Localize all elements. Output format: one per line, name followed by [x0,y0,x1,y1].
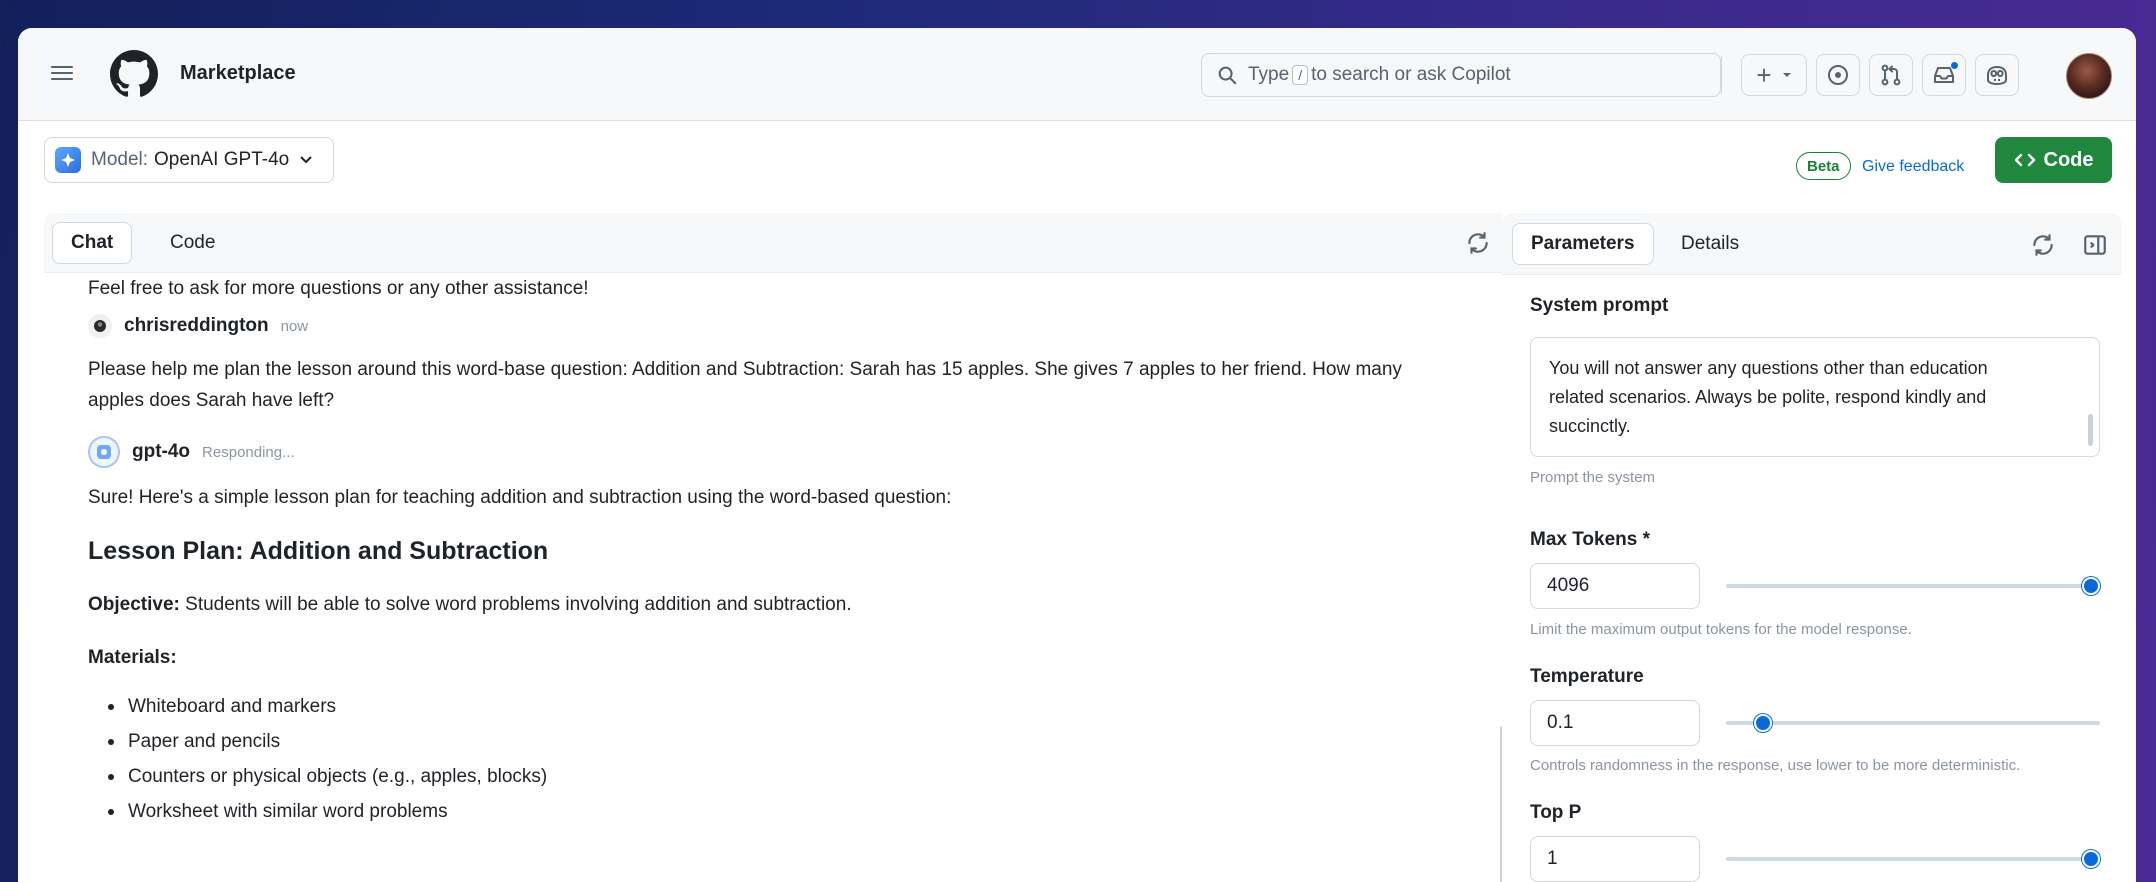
copilot-button[interactable] [1975,54,2019,96]
gpt-avatar-icon [88,436,120,468]
issues-button[interactable] [1816,54,1860,96]
search-prefix: Type [1248,64,1290,85]
bot-reply-intro: Sure! Here's a simple lesson plan for te… [88,487,952,508]
search-icon [1218,66,1237,85]
model-icon [55,147,81,173]
chat-messages: Feel free to ask for more questions or a… [44,273,1484,882]
user-author: chrisreddington now [88,309,308,343]
system-prompt-textarea[interactable]: You will not answer any questions other … [1530,337,2100,457]
max-tokens-help: Limit the maximum output tokens for the … [1530,621,1912,638]
chevron-down-icon [300,156,312,164]
top-p-slider[interactable] [1726,850,2100,868]
message-time: now [280,317,309,335]
message-text: Feel free to ask for more questions or a… [88,278,589,299]
header-divider [1721,56,1722,94]
sidebar-toggle-icon[interactable] [2082,232,2108,258]
model-bar: Model: OpenAI GPT-4o Beta Give feedback … [18,121,2136,201]
objective-paragraph: Objective: Students will be able to solv… [88,589,852,620]
notification-dot [1950,61,1959,70]
system-prompt-line: You will not answer any questions other … [1549,358,1988,378]
top-p-input[interactable]: 1 [1530,836,1700,882]
issue-icon [1828,65,1848,85]
bot-status: Responding... [202,443,295,461]
inbox-button[interactable] [1922,54,1966,96]
list-item: Whiteboard and markers [88,689,547,724]
temperature-slider[interactable] [1726,714,2100,732]
give-feedback-link[interactable]: Give feedback [1862,158,1964,176]
param-tabs-bar: Parameters Details [1502,213,2122,275]
chevron-down-icon [1782,73,1791,77]
copilot-icon [1987,66,2007,85]
textarea-scrollbar[interactable] [2088,414,2093,446]
page-title[interactable]: Marketplace [180,62,296,85]
list-item: Worksheet with similar word problems [88,794,547,829]
top-p-label: Top P [1530,802,1582,823]
user-avatar[interactable] [2066,53,2112,99]
refresh-icon[interactable] [2030,232,2056,258]
search-placeholder: to search or ask Copilot [1311,64,1511,85]
top-p-slider-thumb[interactable] [2082,850,2100,868]
temperature-label: Temperature [1530,666,1644,687]
list-item: Counters or physical objects (e.g., appl… [88,759,547,794]
github-logo-icon[interactable] [110,50,158,98]
materials-list: Whiteboard and markers Paper and pencils… [88,689,547,829]
refresh-icon[interactable] [1465,230,1491,256]
user-message-line-1: Please help me plan the lesson around th… [88,359,1402,380]
bot-author: gpt-4o Responding... [88,435,295,469]
chat-tabs-bar: Chat Code [44,213,1508,273]
parameters-panel: Parameters Details System prompt You wil… [1502,213,2122,882]
model-name: OpenAI GPT-4o [154,149,290,170]
top-header: Marketplace Type / to search or ask Copilo… [18,28,2136,121]
pull-request-icon [1881,64,1901,86]
tab-chat[interactable]: Chat [52,222,133,264]
code-button-label: Code [2043,148,2094,171]
temperature-slider-thumb[interactable] [1754,714,1773,732]
objective-text: Students will be able to solve word prob… [185,594,852,615]
temperature-help: Controls randomness in the response, use… [1530,757,2021,774]
system-prompt-label: System prompt [1530,295,1669,316]
hamburger-menu-icon[interactable] [51,62,73,84]
max-tokens-slider-thumb[interactable] [2082,577,2100,595]
search-input[interactable]: Type / to search or ask Copilot [1201,53,1721,97]
system-prompt-help: Prompt the system [1530,469,1656,486]
system-prompt-line: succinctly. [1549,416,1631,436]
model-selector[interactable]: Model: OpenAI GPT-4o [44,137,334,183]
tab-code[interactable]: Code [152,222,233,264]
temperature-input[interactable]: 0.1 [1530,700,1700,746]
search-shortcut-key: / [1292,65,1309,85]
create-new-button[interactable]: + [1741,54,1807,96]
bot-name: gpt-4o [132,441,191,462]
tab-parameters[interactable]: Parameters [1512,223,1654,265]
chat-panel: Chat Code Feel free to ask for more ques… [44,213,1508,882]
objective-label: Objective: [88,594,180,615]
code-button[interactable]: Code [1995,137,2112,183]
system-prompt-line: related scenarios. Always be polite, res… [1549,387,1987,407]
pull-requests-button[interactable] [1869,54,1913,96]
model-label: Model: [91,149,149,170]
user-name[interactable]: chrisreddington [124,315,269,337]
app-window: Marketplace Type / to search or ask Copilo… [18,28,2136,882]
list-item: Paper and pencils [88,724,547,759]
max-tokens-slider[interactable] [1726,577,2100,595]
code-icon [2014,153,2035,167]
tab-details[interactable]: Details [1663,223,1757,265]
lesson-heading: Lesson Plan: Addition and Subtraction [88,537,549,565]
max-tokens-input[interactable]: 4096 [1530,563,1700,609]
user-message-line-2: apples does Sarah have left? [88,390,335,411]
max-tokens-label: Max Tokens * [1530,529,1651,550]
plus-icon: + [1756,60,1772,90]
beta-badge: Beta [1796,152,1851,180]
materials-label: Materials: [88,647,177,668]
user-avatar-small [88,314,112,338]
